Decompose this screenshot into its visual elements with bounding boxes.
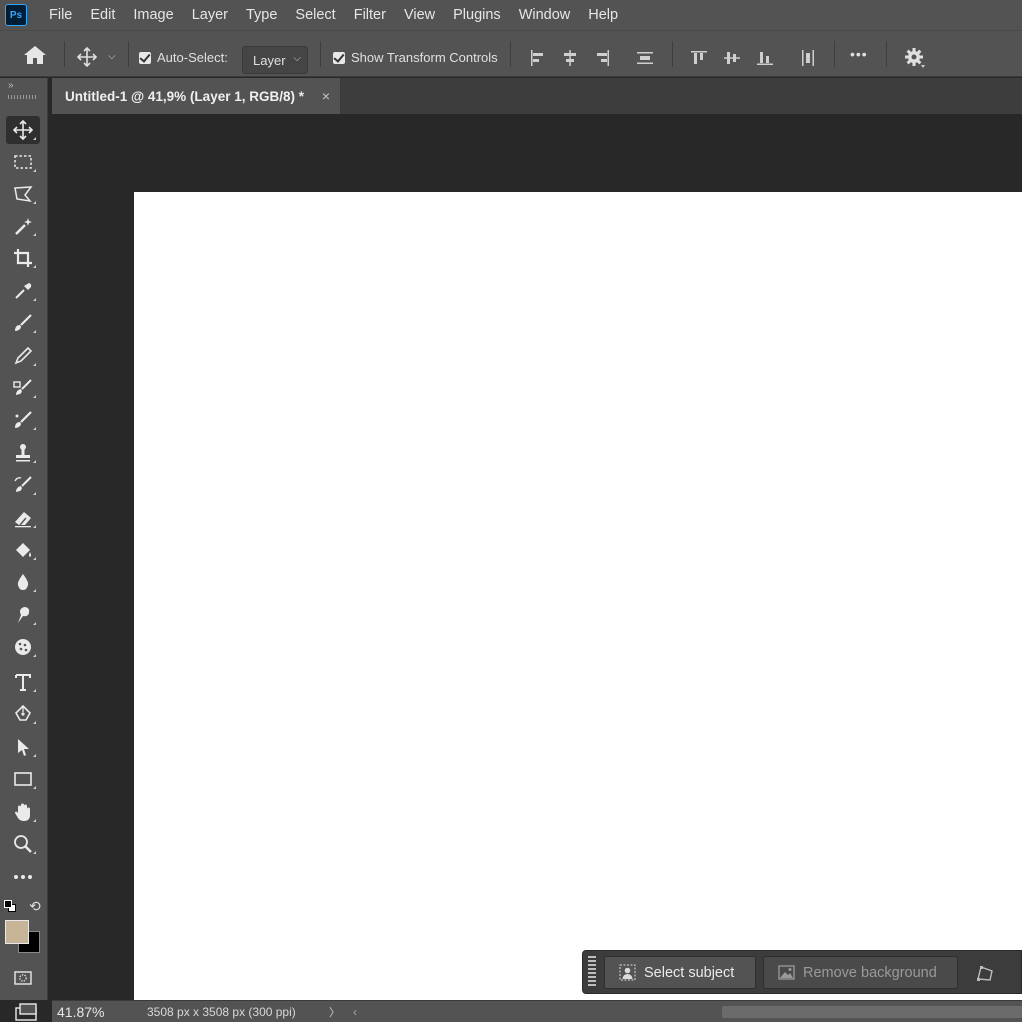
align-horizontal-centers-icon[interactable] [560,48,580,71]
menu-help[interactable]: Help [579,0,627,30]
zoom-tool-icon[interactable] [6,830,40,858]
screen-mode-icon[interactable] [6,1002,42,1022]
menu-layer[interactable]: Layer [183,0,237,30]
mixer-brush-tool-icon[interactable] [6,374,40,402]
transform-task-icon[interactable] [975,963,995,986]
align-bottom-edges-icon[interactable] [755,48,775,71]
show-transform-controls-label: Show Transform Controls [351,50,498,65]
auto-select-label: Auto-Select: [157,50,228,65]
expand-panel-icon[interactable]: » [8,80,14,91]
document-tab[interactable]: Untitled-1 @ 41,9% (Layer 1, RGB/8) * × [52,78,341,114]
paint-bucket-tool-icon[interactable] [6,536,40,564]
home-icon[interactable] [22,44,48,69]
auto-select-target-value: Layer [253,52,286,68]
type-tool-icon[interactable] [6,668,40,696]
tool-preset-chevron-down-icon[interactable]: ⌵ [108,51,116,62]
menu-plugins[interactable]: Plugins [444,0,510,30]
gear-icon[interactable] [904,47,926,72]
history-brush-tool-icon[interactable] [6,471,40,499]
task-bar-grip-handle[interactable] [588,956,596,988]
menu-filter[interactable]: Filter [345,0,395,30]
align-left-edges-icon[interactable] [528,48,548,71]
eyedropper-tool-icon[interactable] [6,277,40,305]
crop-tool-icon[interactable] [6,244,40,272]
blur-tool-icon[interactable] [6,568,40,596]
select-subject-button[interactable]: Select subject [604,956,756,989]
panel-grip[interactable] [8,95,38,99]
status-info-expand-icon[interactable]: 〉 [329,1004,353,1020]
rectangle-tool-icon[interactable] [6,765,40,793]
menu-select[interactable]: Select [286,0,344,30]
canvas-workspace[interactable] [52,114,1022,1000]
distribute-vertical-icon[interactable] [635,48,655,71]
horizontal-scrollbar[interactable] [722,1006,1022,1018]
remove-background-button[interactable]: Remove background [763,956,958,989]
auto-select-target-dropdown[interactable]: Layer ⌵ [242,46,308,74]
document-info: 3508 px x 3508 px (300 ppi) [147,1004,296,1019]
document-canvas[interactable] [134,192,1022,1000]
eraser-tool-icon[interactable] [6,504,40,532]
close-icon[interactable]: × [322,88,330,104]
move-tool-icon[interactable] [6,116,40,144]
pen-tool-icon[interactable] [6,700,40,728]
menu-view[interactable]: View [395,0,444,30]
select-subject-icon [619,964,636,981]
brush-tool-icon[interactable] [6,309,40,337]
status-bar: 41.87% 3508 px x 3508 px (300 ppi) 〉 ‹ [52,1000,1022,1022]
align-right-edges-icon[interactable] [592,48,612,71]
menu-bar: Ps File Edit Image Layer Type Select Fil… [0,0,1022,30]
distribute-horizontal-icon[interactable] [798,48,818,71]
swap-colors-icon[interactable]: ⟲ [29,898,41,915]
align-vertical-centers-icon[interactable] [722,48,742,71]
clone-stamp-tool-icon[interactable] [6,439,40,467]
chevron-down-icon: ⌵ [293,53,301,64]
options-bar: ⌵ Auto-Select: Layer ⌵ Show Transform Co… [0,30,1022,77]
rectangular-marquee-tool-icon[interactable] [6,148,40,176]
tools-panel: » ⟲ [0,78,48,1000]
foreground-color-swatch[interactable] [5,920,29,944]
pencil-tool-icon[interactable] [6,342,40,370]
align-top-edges-icon[interactable] [689,48,709,71]
default-colors-icon[interactable] [4,900,16,912]
more-options-icon[interactable]: ••• [850,46,868,62]
show-transform-controls-checkbox[interactable] [333,52,345,67]
menu-type[interactable]: Type [237,0,286,30]
menu-window[interactable]: Window [510,0,580,30]
edit-toolbar-icon[interactable] [6,863,40,891]
spot-healing-brush-tool-icon[interactable] [6,406,40,434]
menu-edit[interactable]: Edit [81,0,124,30]
contextual-task-bar: Select subject Remove background [582,950,1022,994]
sponge-tool-icon[interactable] [6,633,40,661]
path-selection-tool-icon[interactable] [6,733,40,761]
photoshop-logo-icon[interactable]: Ps [5,4,27,26]
move-tool-preset-icon[interactable] [76,46,98,70]
select-subject-label: Select subject [644,964,735,981]
polygonal-lasso-tool-icon[interactable] [6,180,40,208]
quick-mask-icon[interactable] [6,964,40,992]
remove-background-icon [778,965,795,980]
zoom-level[interactable]: 41.87% [57,1004,147,1020]
magic-wand-tool-icon[interactable] [6,212,40,240]
scroll-left-icon[interactable]: ‹ [353,1005,357,1019]
document-tab-title: Untitled-1 @ 41,9% (Layer 1, RGB/8) * [65,88,304,104]
auto-select-checkbox[interactable] [139,52,151,67]
menu-image[interactable]: Image [124,0,182,30]
document-tab-bar: Untitled-1 @ 41,9% (Layer 1, RGB/8) * × [52,78,1022,114]
menu-file[interactable]: File [40,0,81,30]
remove-background-label: Remove background [803,964,937,981]
hand-tool-icon[interactable] [6,798,40,826]
smudge-tool-icon[interactable] [6,601,40,629]
